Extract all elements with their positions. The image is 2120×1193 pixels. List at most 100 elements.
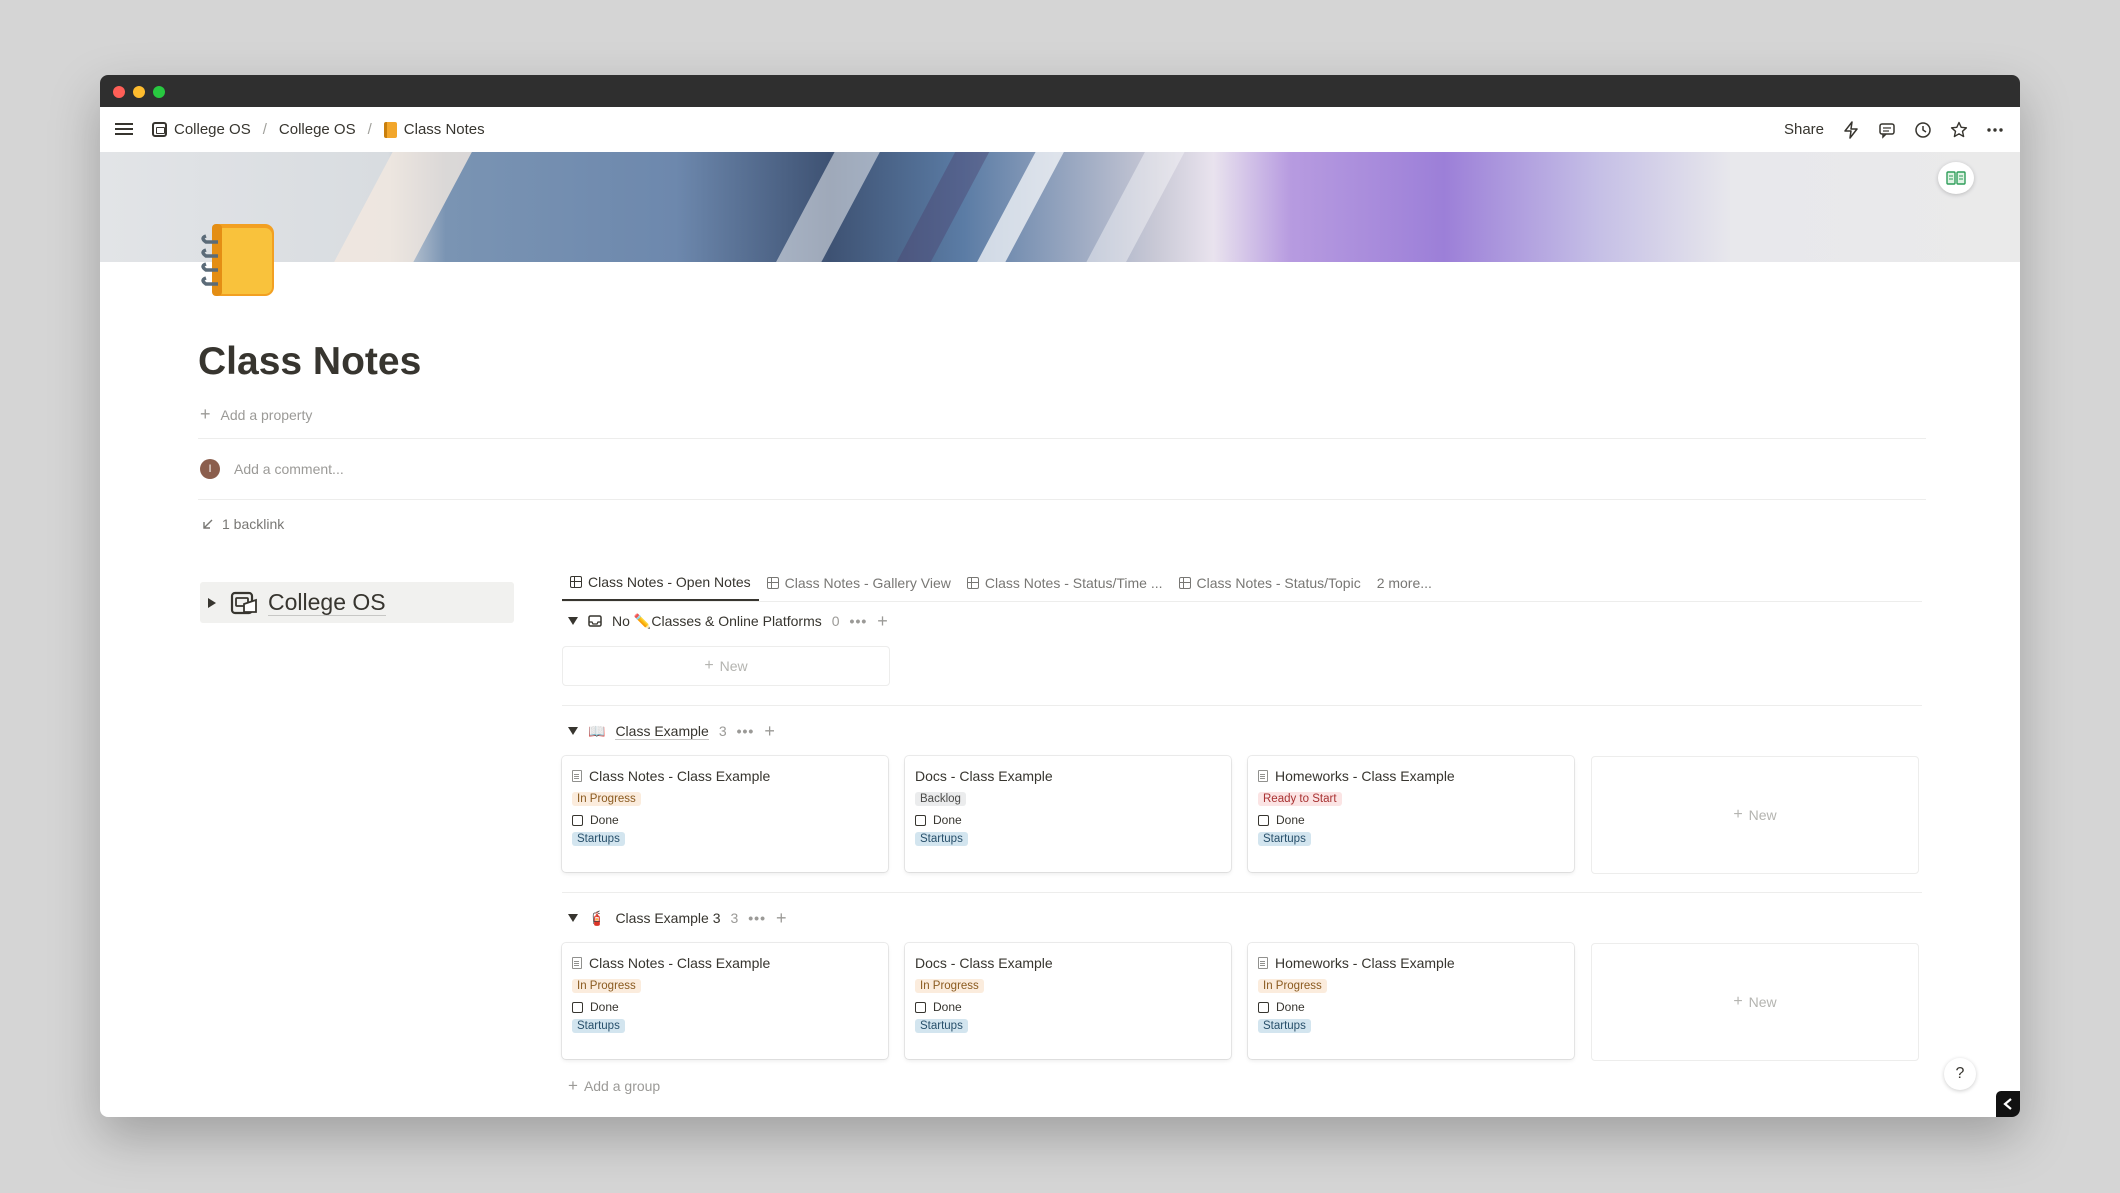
updates-lightning-icon[interactable] — [1842, 120, 1860, 139]
breadcrumb-item-college-os-2[interactable]: College OS — [275, 119, 360, 140]
done-checkbox[interactable] — [572, 1001, 583, 1013]
card-title: Class Notes - Class Example — [589, 768, 771, 784]
college-os-icon — [230, 591, 257, 614]
board-card[interactable]: Homeworks - Class Example Ready to Start… — [1248, 756, 1574, 872]
done-label: Done — [933, 1000, 962, 1014]
gallery-view-icon — [766, 577, 779, 589]
group-add-icon[interactable]: + — [764, 721, 775, 742]
collapse-panel-chevron-icon[interactable] — [1996, 1091, 2020, 1117]
close-window-button[interactable] — [113, 86, 125, 98]
board-card[interactable]: Homeworks - Class Example In Progress Do… — [1248, 943, 1574, 1059]
group-header-class-example: 📖 Class Example 3 ••• + — [568, 719, 775, 743]
group-name-suffix[interactable]: Classes & Online Platforms — [651, 613, 821, 629]
document-icon — [1258, 957, 1268, 969]
tab-status-topic[interactable]: Class Notes - Status/Topic — [1171, 565, 1369, 601]
group-name[interactable]: Class Example 3 — [615, 910, 720, 926]
plus-icon: + — [704, 657, 714, 674]
card-title: Class Notes - Class Example — [589, 955, 771, 971]
inbox-icon — [588, 615, 602, 627]
done-checkbox[interactable] — [915, 1001, 926, 1013]
minimize-window-button[interactable] — [133, 86, 145, 98]
tab-gallery-view[interactable]: Class Notes - Gallery View — [759, 565, 959, 601]
top-bar: College OS / College OS / Class Notes Sh… — [100, 107, 2020, 152]
board-card[interactable]: Class Notes - Class Example In Progress … — [562, 943, 888, 1059]
group-add-icon[interactable]: + — [877, 611, 888, 632]
new-card-button[interactable]: + New — [1591, 756, 1919, 874]
new-card-button[interactable]: + New — [1591, 943, 1919, 1061]
board-card[interactable]: Docs - Class Example In Progress Done St… — [905, 943, 1231, 1059]
backlink-label: 1 backlink — [222, 516, 285, 532]
document-icon — [572, 957, 582, 969]
add-property-button[interactable]: + Add a property — [200, 404, 312, 425]
tab-status-time[interactable]: Class Notes - Status/Time ... — [959, 565, 1171, 601]
done-label: Done — [1276, 813, 1305, 827]
page-notebook-icon[interactable] — [198, 220, 280, 302]
breadcrumb-label: College OS — [278, 121, 356, 138]
backlink-arrow-icon — [203, 519, 213, 529]
group-name[interactable]: Class Example — [615, 723, 709, 740]
group-count: 3 — [718, 723, 727, 739]
breadcrumb-separator: / — [262, 121, 267, 138]
collapse-triangle-icon[interactable] — [568, 617, 578, 625]
table-view-icon — [570, 576, 582, 588]
history-clock-icon[interactable] — [1914, 121, 1932, 139]
college-os-link[interactable]: College OS — [268, 589, 386, 616]
topic-badge: Startups — [572, 1019, 625, 1033]
done-label: Done — [1276, 1000, 1305, 1014]
help-button[interactable]: ? — [1944, 1058, 1976, 1090]
document-icon — [572, 770, 582, 782]
comments-icon[interactable] — [1878, 121, 1896, 139]
done-checkbox[interactable] — [1258, 814, 1269, 826]
more-options-icon[interactable] — [1986, 121, 2004, 139]
plus-icon: + — [200, 404, 211, 424]
board-card[interactable]: Docs - Class Example Backlog Done Startu… — [905, 756, 1231, 872]
group-name[interactable]: No — [612, 613, 630, 629]
group-add-icon[interactable]: + — [776, 908, 787, 929]
new-label: New — [719, 658, 748, 674]
status-badge: In Progress — [1258, 979, 1327, 993]
done-checkbox[interactable] — [915, 814, 926, 826]
divider — [198, 438, 1926, 439]
done-checkbox[interactable] — [1258, 1001, 1269, 1013]
breadcrumb-item-college-os[interactable]: College OS — [148, 119, 255, 140]
card-title: Homeworks - Class Example — [1275, 955, 1455, 971]
group-more-options-icon[interactable]: ••• — [737, 723, 755, 739]
comment-input[interactable]: Add a comment... — [234, 461, 344, 477]
sidebar-menu-icon[interactable] — [115, 120, 133, 138]
done-label: Done — [590, 813, 619, 827]
comment-row[interactable]: I Add a comment... — [200, 459, 344, 479]
reading-mode-book-icon[interactable] — [1938, 162, 1974, 194]
notebook-icon — [383, 121, 397, 138]
group-more-options-icon[interactable]: ••• — [748, 910, 766, 926]
new-card-button[interactable]: + New — [562, 646, 890, 686]
backlink-button[interactable]: 1 backlink — [202, 516, 284, 532]
divider — [562, 892, 1922, 893]
status-badge: Backlog — [915, 792, 966, 806]
breadcrumb-item-class-notes[interactable]: Class Notes — [380, 119, 489, 140]
divider — [198, 499, 1926, 500]
collapse-triangle-icon[interactable] — [568, 914, 578, 922]
tab-more-views[interactable]: 2 more... — [1369, 565, 1440, 601]
topic-badge: Startups — [915, 832, 968, 846]
board-view-icon — [1178, 577, 1191, 589]
tab-open-notes[interactable]: Class Notes - Open Notes — [562, 565, 759, 601]
board-card[interactable]: Class Notes - Class Example In Progress … — [562, 756, 888, 872]
cover-image — [100, 152, 2020, 262]
group-more-options-icon[interactable]: ••• — [850, 613, 868, 629]
done-checkbox[interactable] — [572, 814, 583, 826]
share-button[interactable]: Share — [1784, 121, 1824, 138]
toggle-triangle-icon[interactable] — [208, 597, 216, 608]
collapse-triangle-icon[interactable] — [568, 727, 578, 735]
group-count: 0 — [831, 613, 840, 629]
maximize-window-button[interactable] — [153, 86, 165, 98]
top-actions: Share — [1784, 107, 2004, 152]
college-os-toggle[interactable]: College OS — [200, 582, 514, 623]
add-group-button[interactable]: + Add a group — [568, 1076, 660, 1096]
favorite-star-icon[interactable] — [1950, 121, 1968, 139]
view-tabs: Class Notes - Open Notes Class Notes - G… — [562, 565, 1922, 602]
breadcrumb-separator: / — [367, 121, 372, 138]
book-icon: 📖 — [588, 722, 606, 739]
add-group-label: Add a group — [583, 1078, 661, 1094]
page-title[interactable]: Class Notes — [198, 340, 421, 384]
card-title: Homeworks - Class Example — [1275, 768, 1455, 784]
